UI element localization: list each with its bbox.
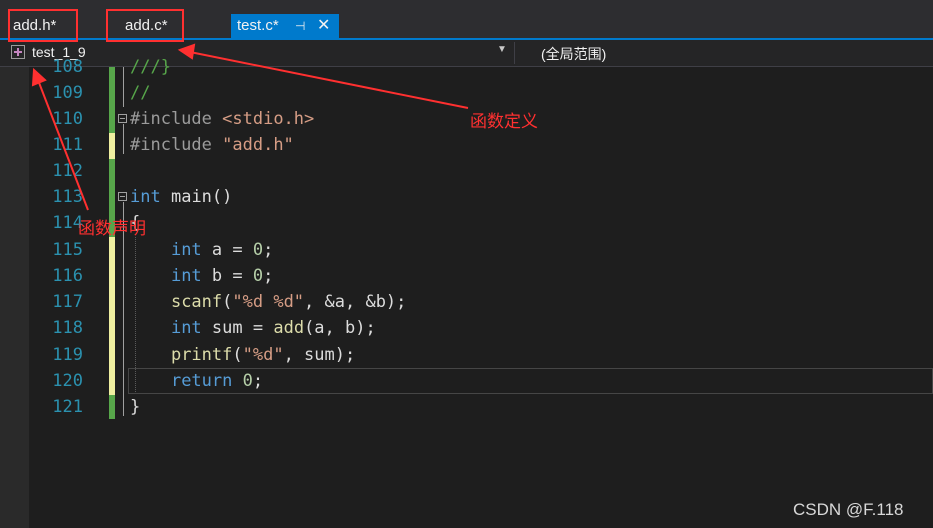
- arrowhead: [31, 67, 47, 87]
- annotation-function-definition: 函数定义: [470, 112, 538, 131]
- arrow-line: [189, 51, 469, 109]
- arrow-line: [37, 79, 89, 211]
- annotation-arrows: [31, 43, 469, 211]
- annotation-function-declaration: 函数声明: [78, 219, 146, 238]
- arrowhead: [177, 43, 196, 60]
- watermark: CSDN @F.118: [793, 500, 904, 519]
